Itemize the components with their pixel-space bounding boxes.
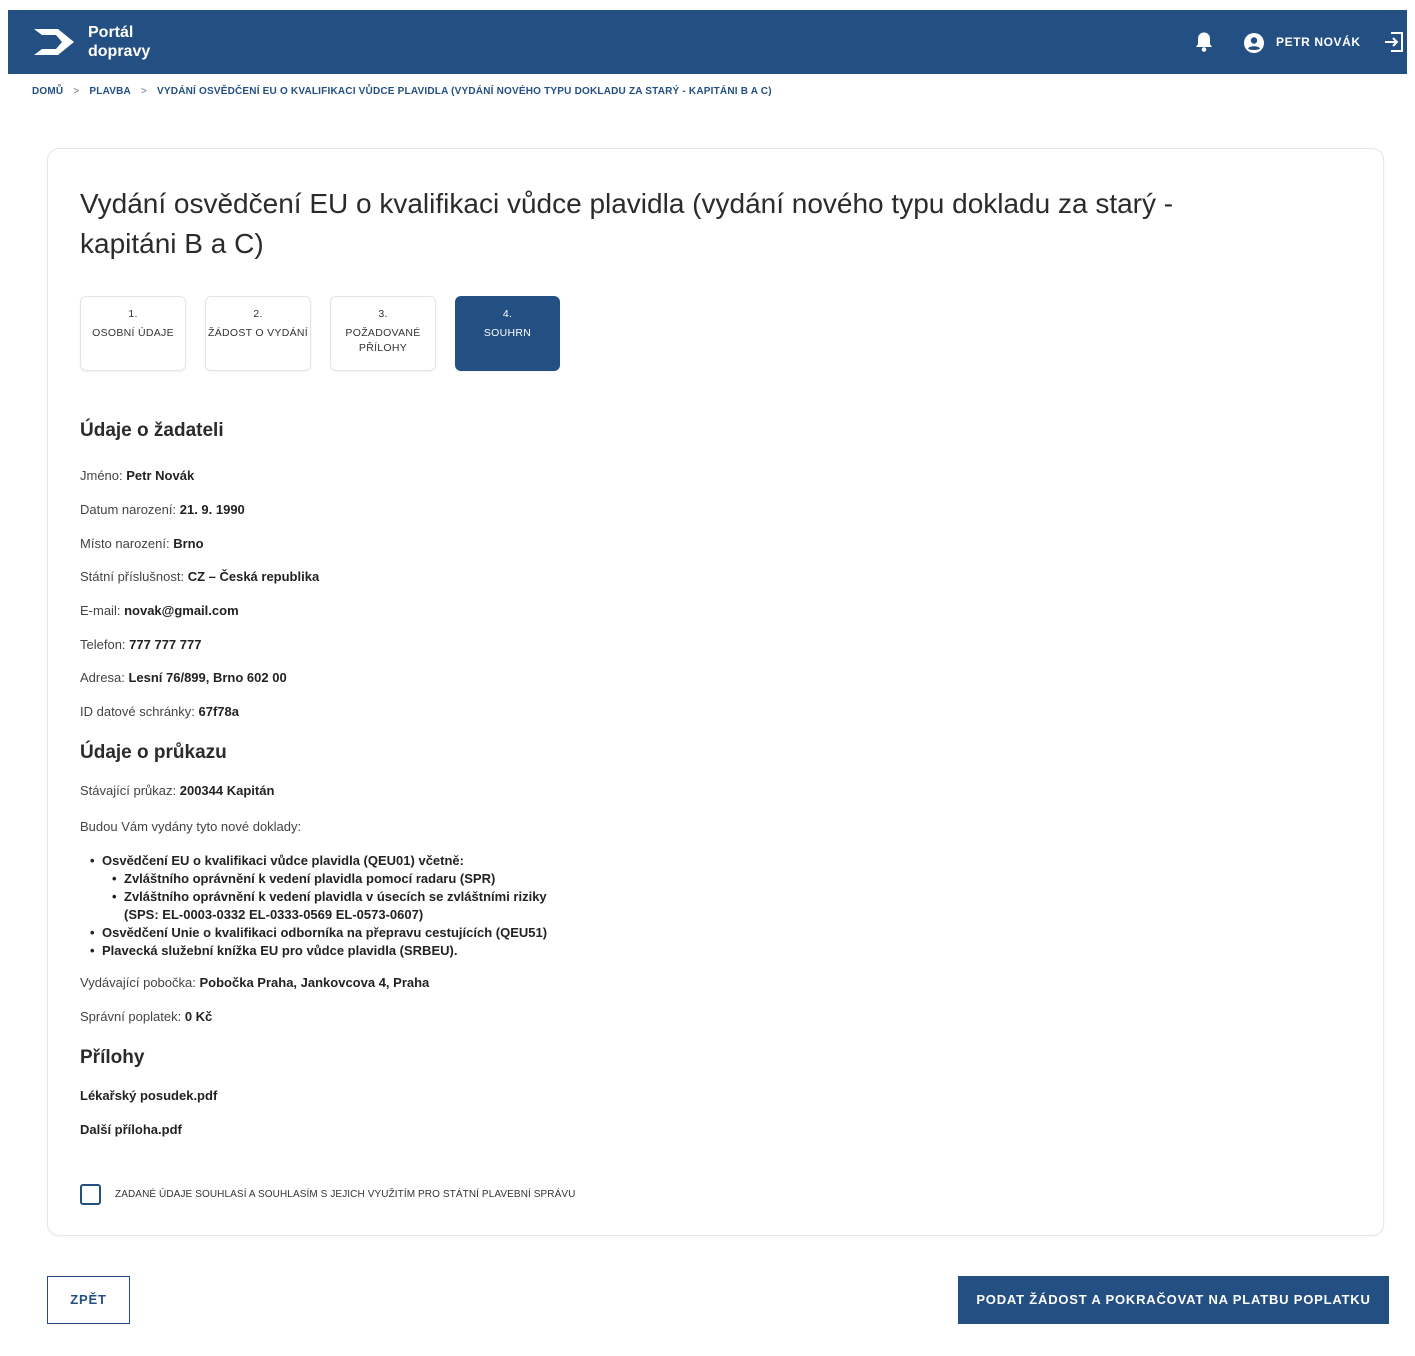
bell-icon[interactable] (1194, 31, 1214, 53)
list-item: Zvláštního oprávnění k vedení plavidla v… (112, 888, 547, 906)
field-admin-fee: Správní poplatek: 0 Kč (80, 1009, 212, 1024)
logo-arrow-icon[interactable] (32, 27, 76, 57)
field-issuing-branch: Vydávající pobočka: Pobočka Praha, Janko… (80, 975, 429, 990)
step-request[interactable]: 2. ŽÁDOST O VYDÁNÍ (205, 296, 311, 371)
field-label: Datum narození: (80, 502, 177, 517)
field-birth-date: Datum narození: 21. 9. 1990 (80, 502, 245, 517)
field-value: 777 777 777 (129, 637, 202, 652)
field-databox-id: ID datové schránky: 67f78a (80, 704, 239, 719)
consent-label[interactable]: ZADANÉ ÚDAJE SOUHLASÍ A SOUHLASÍM S JEJI… (115, 1189, 576, 1200)
step-number: 2. (253, 308, 263, 320)
step-number: 3. (378, 308, 388, 320)
step-label: ŽÁDOST O VYDÁNÍ (208, 327, 308, 339)
list-item-continuation: (SPS: EL-0003-0332 EL-0333-0569 EL-0573-… (124, 907, 424, 922)
user-name[interactable]: PETR NOVÁK (1276, 35, 1361, 49)
step-summary[interactable]: 4. SOUHRN (455, 296, 560, 371)
field-email: E-mail: novak@gmail.com (80, 603, 239, 618)
step-label: OSOBNÍ ÚDAJE (92, 327, 174, 339)
field-value: Pobočka Praha, Jankovcova 4, Praha (199, 975, 430, 990)
breadcrumb: DOMŮ > PLAVBA > VYDÁNÍ OSVĚDČENÍ EU O KVALIF… (32, 86, 772, 97)
field-name: Jméno: Petr Novák (80, 468, 194, 483)
step-number: 1. (128, 308, 138, 320)
step-label: SOUHRN (483, 327, 532, 339)
field-label: ID datové schránky: (80, 704, 195, 719)
field-nationality: Státní příslušnost: CZ – Česká republika (80, 569, 319, 584)
license-heading: Údaje o průkazu (80, 742, 227, 763)
field-phone: Telefon: 777 777 777 (80, 637, 201, 652)
field-value: Brno (173, 536, 204, 551)
brand-line-2: dopravy (88, 43, 151, 60)
field-birth-place: Místo narození: Brno (80, 536, 204, 551)
attachment-file[interactable]: Lékařský posudek.pdf (80, 1088, 217, 1103)
field-value: 200344 Kapitán (179, 783, 275, 798)
brand-line-1: Portál (88, 24, 134, 41)
field-value: 67f78a (198, 704, 239, 719)
breadcrumb-separator: > (140, 86, 148, 97)
account-icon[interactable] (1244, 33, 1264, 53)
attachment-file[interactable]: Další příloha.pdf (80, 1122, 182, 1137)
step-label: POŽADOVANÉ PŘÍLOHY (345, 327, 421, 354)
new-documents-intro: Budou Vám vydány tyto nové doklady: (80, 819, 302, 834)
list-item: Plavecká služební knížka EU pro vůdce pl… (90, 942, 547, 960)
breadcrumb-plavba[interactable]: PLAVBA (89, 86, 131, 97)
field-label: Jméno: (80, 468, 123, 483)
attachments-heading: Přílohy (80, 1047, 145, 1068)
breadcrumb-home[interactable]: DOMŮ (32, 86, 63, 97)
field-label: E-mail: (80, 603, 121, 618)
field-value: Lesní 76/899, Brno 602 00 (128, 670, 287, 685)
logout-icon[interactable] (1383, 31, 1405, 53)
field-address: Adresa: Lesní 76/899, Brno 602 00 (80, 670, 287, 685)
consent-checkbox[interactable] (80, 1184, 101, 1205)
breadcrumb-current: VYDÁNÍ OSVĚDČENÍ EU O KVALIFIKACI VŮDCE … (157, 86, 772, 97)
field-value: 0 Kč (184, 1009, 213, 1024)
field-label: Státní příslušnost: (80, 569, 185, 584)
field-label: Telefon: (80, 637, 126, 652)
field-label: Adresa: (80, 670, 125, 685)
field-label: Stávající průkaz: (80, 783, 177, 798)
list-item: Osvědčení EU o kvalifikaci vůdce plavidl… (90, 852, 547, 870)
step-number: 4. (502, 308, 513, 320)
step-personal-data[interactable]: 1. OSOBNÍ ÚDAJE (80, 296, 186, 371)
field-current-license: Stávající průkaz: 200344 Kapitán (80, 783, 274, 798)
field-value: Petr Novák (126, 468, 195, 483)
field-label: Správní poplatek: (80, 1009, 182, 1024)
field-label: Místo narození: (80, 536, 170, 551)
field-value: 21. 9. 1990 (179, 502, 245, 517)
field-value: novak@gmail.com (124, 603, 239, 618)
list-item: Osvědčení Unie o kvalifikaci odborníka n… (90, 924, 547, 942)
top-bar: Portál dopravy PETR NOVÁK (8, 10, 1407, 74)
step-attachments[interactable]: 3. POŽADOVANÉ PŘÍLOHY (330, 296, 436, 371)
new-documents-list: Osvědčení EU o kvalifikaci vůdce plavidl… (90, 852, 547, 960)
back-button[interactable]: ZPĚT (47, 1276, 130, 1324)
field-value: CZ – Česká republika (187, 569, 320, 584)
breadcrumb-separator: > (73, 86, 80, 97)
list-item: Zvláštního oprávnění k vedení plavidla p… (112, 870, 547, 888)
brand-name[interactable]: Portál dopravy (88, 23, 150, 61)
applicant-heading: Údaje o žadateli (80, 420, 224, 441)
field-label: Vydávající pobočka: (80, 975, 196, 990)
submit-and-pay-button[interactable]: PODAT ŽÁDOST A POKRAČOVAT NA PLATBU POPL… (958, 1276, 1389, 1324)
page-title: Vydání osvědčení EU o kvalifikaci vůdce … (80, 188, 1174, 259)
